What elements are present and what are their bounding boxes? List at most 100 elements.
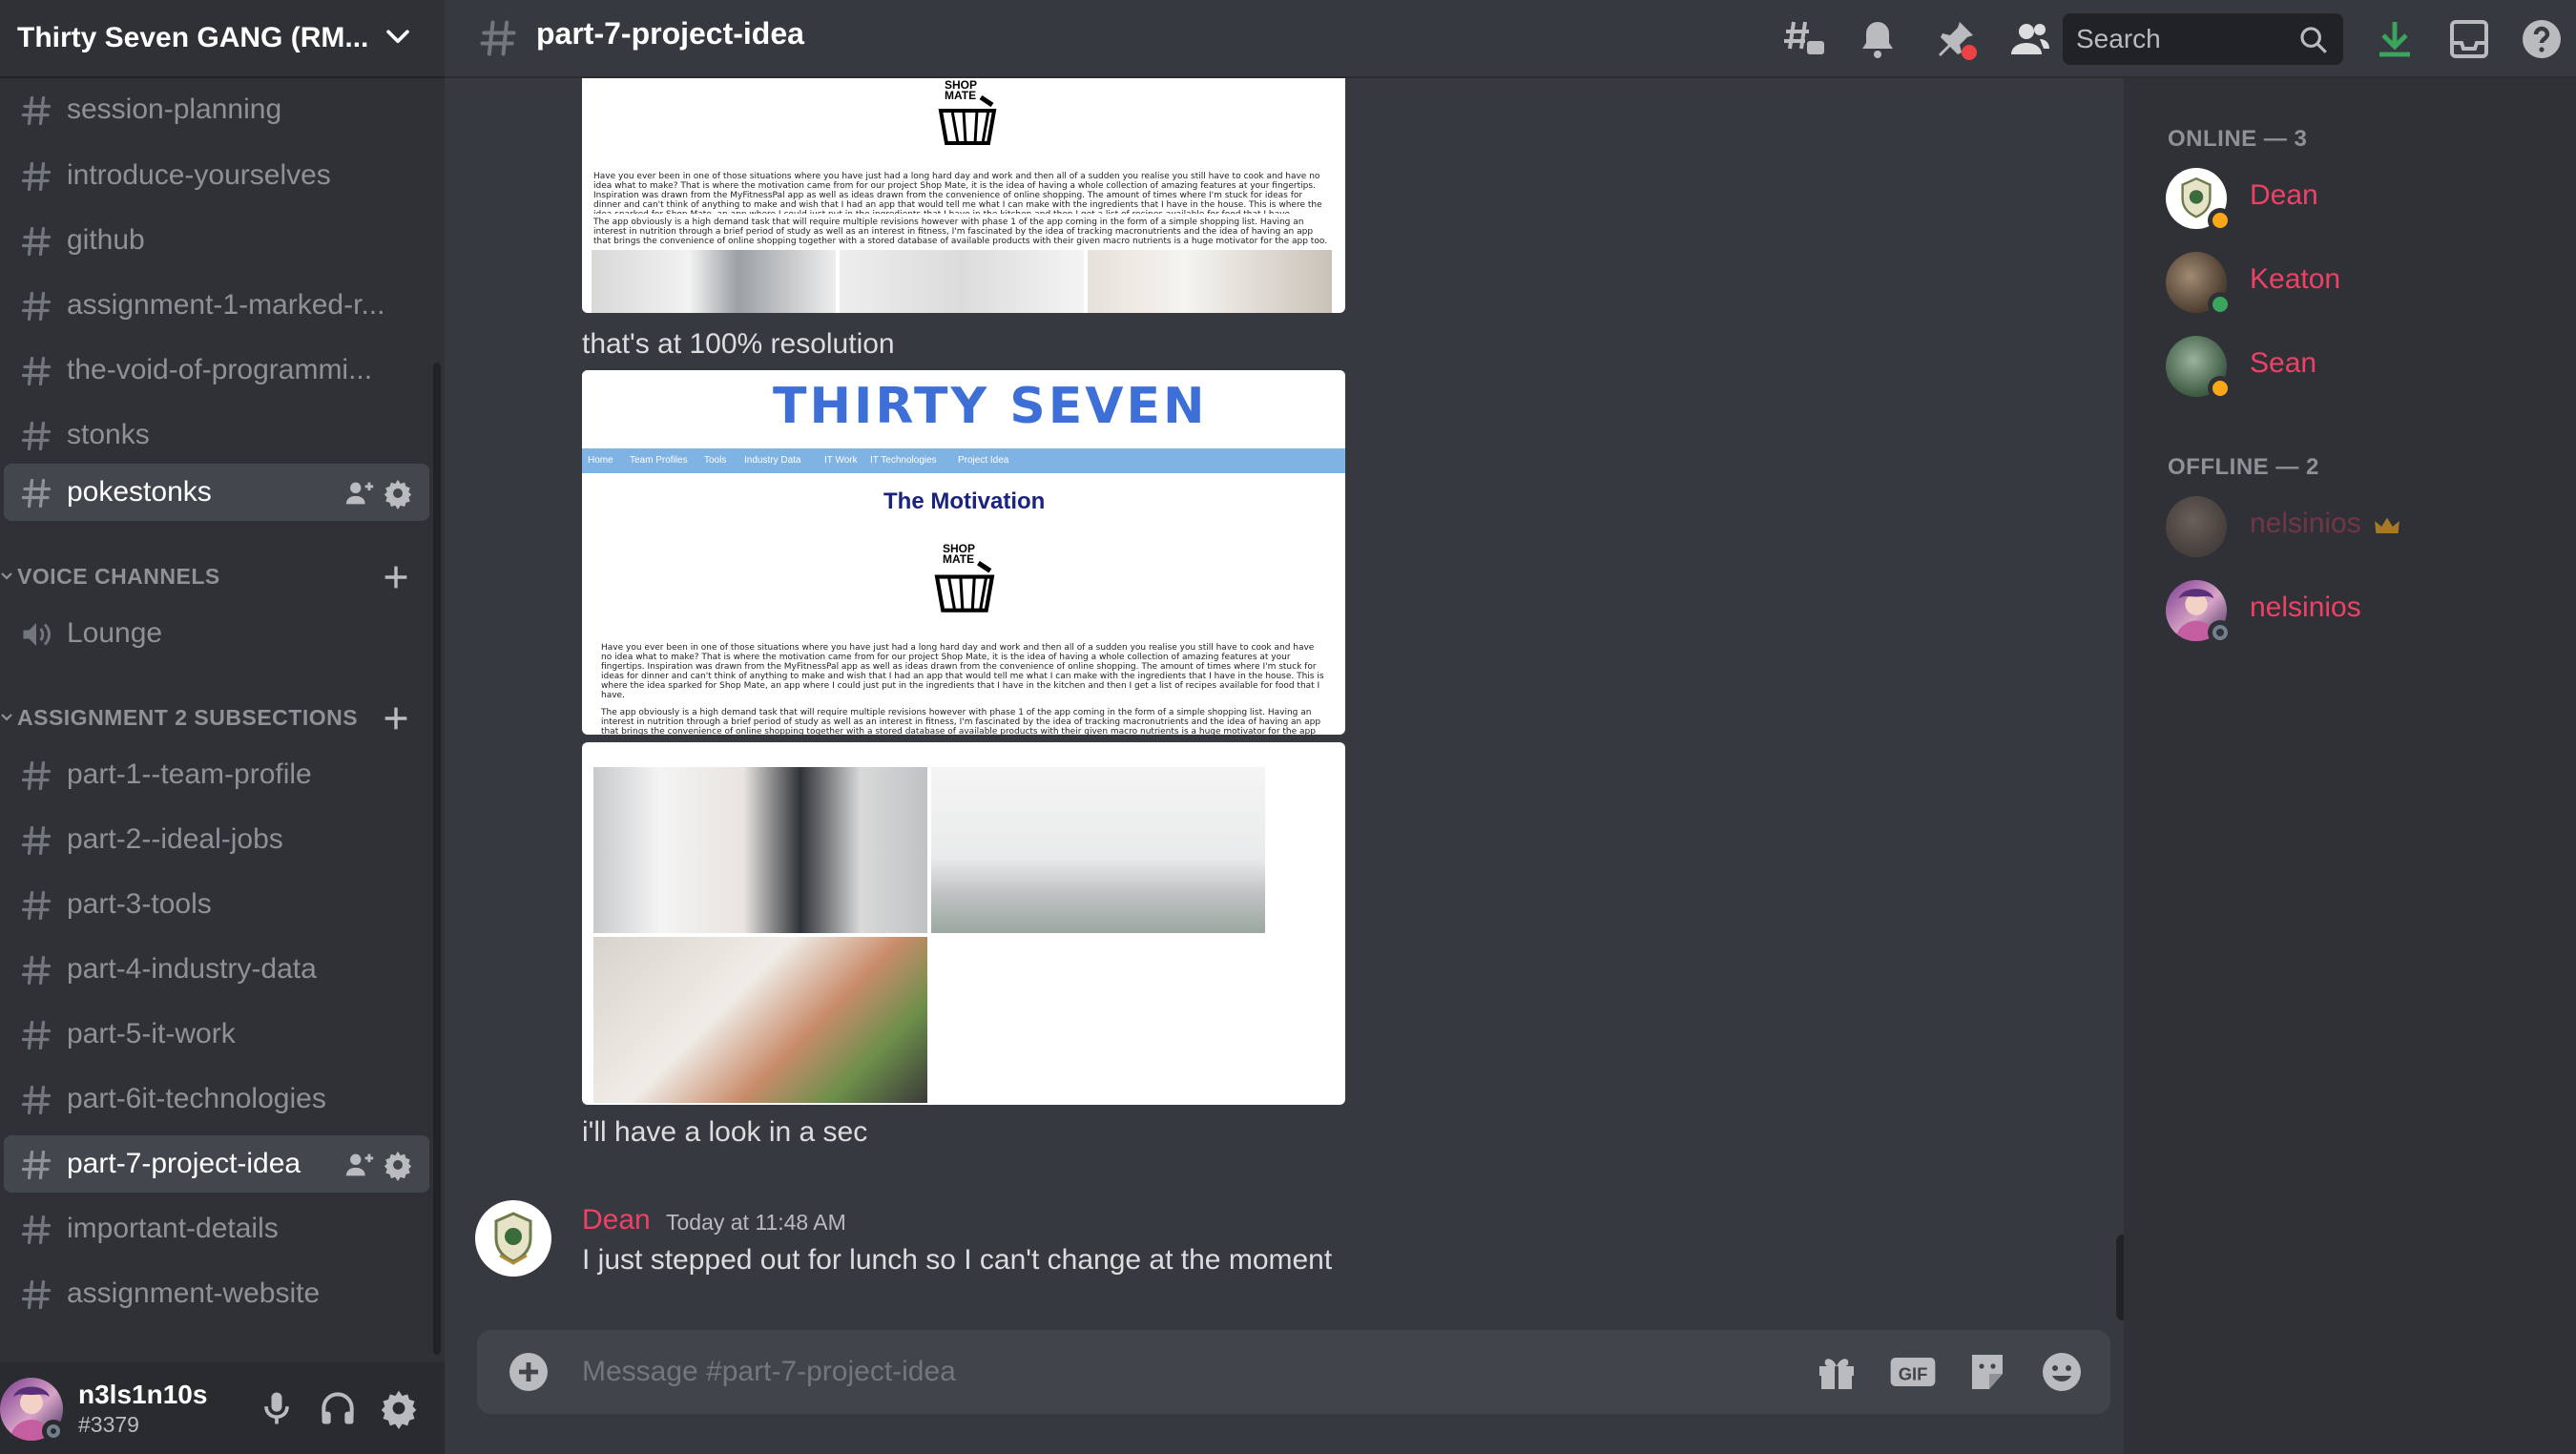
- settings-gear-icon[interactable]: [378, 1387, 420, 1429]
- emoji-icon[interactable]: [2038, 1349, 2086, 1395]
- image-attachment[interactable]: THIRTY SEVEN Home Team Profiles Tools In…: [582, 370, 1345, 735]
- create-invite-icon[interactable]: [343, 1149, 376, 1181]
- hash-icon: [21, 1150, 52, 1180]
- offline-header: OFFLINE — 2: [2168, 454, 2319, 480]
- hash-icon: [21, 161, 52, 192]
- message-text: i'll have a look in a sec: [582, 1116, 868, 1148]
- create-invite-icon[interactable]: [343, 477, 376, 509]
- add-attachment-icon[interactable]: [506, 1349, 551, 1395]
- member-name: nelsinios: [2250, 508, 2361, 539]
- status-idle-indicator: [2208, 376, 2233, 401]
- channel-stonks[interactable]: stonks: [4, 406, 429, 464]
- online-header: ONLINE — 3: [2168, 126, 2308, 152]
- member-name: Dean: [2250, 179, 2318, 211]
- microphone-icon[interactable]: [256, 1387, 298, 1429]
- hash-icon: [21, 421, 52, 451]
- status-offline-indicator: [42, 1420, 65, 1443]
- message-list: SHOP MATE Have you ever been in one of t…: [445, 78, 2124, 1328]
- user-discriminator: #3379: [78, 1412, 139, 1437]
- gear-icon[interactable]: [382, 1149, 414, 1181]
- hash-icon: [21, 955, 52, 986]
- sticker-icon[interactable]: [1963, 1349, 2011, 1395]
- svg-text:GIF: GIF: [1899, 1363, 1928, 1383]
- member-nelsinios[interactable]: nelsinios: [2166, 576, 2547, 645]
- status-online-indicator: [2208, 292, 2233, 317]
- chat-scrollbar[interactable]: [2116, 1235, 2124, 1320]
- channel-label: part-7-project-idea: [67, 1148, 301, 1179]
- channel-label: part-5-it-work: [67, 1018, 236, 1049]
- channel-part-3[interactable]: part-3-tools: [4, 876, 429, 933]
- bell-icon[interactable]: [1855, 16, 1901, 62]
- channel-part-6[interactable]: part-6it-technologies: [4, 1070, 429, 1128]
- shop-mate-logo: SHOP MATE: [935, 78, 1002, 155]
- channel-part-7[interactable]: part-7-project-idea: [4, 1135, 429, 1193]
- headphones-icon[interactable]: [317, 1387, 359, 1429]
- search-box[interactable]: [2063, 13, 2343, 65]
- sidebar-scrollbar[interactable]: [433, 363, 441, 1355]
- plus-icon[interactable]: [380, 702, 412, 735]
- gif-icon[interactable]: GIF: [1889, 1349, 1937, 1395]
- site-nav: Home Team Profiles Tools Industry Data I…: [582, 448, 1345, 473]
- channel-actions: [343, 1149, 414, 1181]
- hash-icon: [21, 226, 52, 257]
- channel-label: assignment-1-marked-r...: [67, 289, 385, 321]
- image-attachment[interactable]: [582, 742, 1345, 1105]
- photo-fridge: [593, 767, 927, 933]
- channel-session-planning[interactable]: session-planning: [4, 81, 429, 138]
- photo-kitchen: [840, 250, 1084, 313]
- member-nelsinios-owner[interactable]: nelsinios: [2166, 492, 2547, 561]
- hash-icon: [21, 760, 52, 791]
- channel-the-void[interactable]: the-void-of-programmi...: [4, 342, 429, 399]
- channel-actions: [343, 477, 414, 509]
- channel-list: session-planning introduce-yourselves gi…: [0, 78, 445, 1357]
- channel-label: part-4-industry-data: [67, 953, 317, 985]
- speaker-icon: [23, 623, 51, 646]
- threads-icon[interactable]: [1780, 16, 1826, 62]
- member-list-icon[interactable]: [2007, 16, 2053, 62]
- message-input[interactable]: [582, 1330, 1784, 1414]
- category-voice-channels[interactable]: VOICE CHANNELS: [0, 557, 420, 595]
- channel-label: session-planning: [67, 93, 282, 125]
- channel-part-4[interactable]: part-4-industry-data: [4, 941, 429, 998]
- member-keaton[interactable]: Keaton: [2166, 248, 2547, 317]
- chevron-down-icon: [1, 572, 12, 580]
- hash-icon: [21, 1085, 52, 1115]
- channel-label: introduce-yourselves: [67, 159, 331, 191]
- member-dean[interactable]: Dean: [2166, 164, 2547, 233]
- image-attachment[interactable]: SHOP MATE Have you ever been in one of t…: [582, 78, 1345, 313]
- channel-part-1[interactable]: part-1--team-profile: [4, 746, 429, 803]
- site-title: THIRTY SEVEN: [773, 378, 1208, 435]
- pin-icon[interactable]: [1933, 16, 1979, 62]
- channel-introduce-yourselves[interactable]: introduce-yourselves: [4, 147, 429, 204]
- member-sean[interactable]: Sean: [2166, 332, 2547, 401]
- channel-label: part-1--team-profile: [67, 758, 312, 790]
- channel-part-2[interactable]: part-2--ideal-jobs: [4, 811, 429, 868]
- help-icon[interactable]: [2519, 16, 2565, 62]
- channel-label: part-2--ideal-jobs: [67, 823, 283, 855]
- channel-lounge[interactable]: Lounge: [4, 605, 429, 662]
- search-input[interactable]: [2063, 13, 2292, 65]
- channel-label: the-void-of-programmi...: [67, 354, 373, 385]
- category-assignment-2[interactable]: ASSIGNMENT 2 SUBSECTIONS: [0, 698, 420, 737]
- member-name: Sean: [2250, 347, 2317, 379]
- plus-icon[interactable]: [380, 561, 412, 593]
- channel-important-details[interactable]: important-details: [4, 1200, 429, 1257]
- download-icon[interactable]: [2372, 16, 2418, 62]
- search-icon[interactable]: [2297, 24, 2330, 56]
- message-text: I just stepped out for lunch so I can't …: [582, 1244, 1333, 1276]
- channel-assignment-website[interactable]: assignment-website: [4, 1265, 429, 1322]
- user-panel: n3ls1n10s #3379: [0, 1362, 445, 1454]
- gear-icon[interactable]: [382, 477, 414, 509]
- channel-label: part-6it-technologies: [67, 1083, 326, 1114]
- channel-assignment-1[interactable]: assignment-1-marked-r...: [4, 277, 429, 334]
- channel-part-5[interactable]: part-5-it-work: [4, 1006, 429, 1063]
- message-author[interactable]: Dean: [582, 1204, 651, 1236]
- message-composer: GIF: [477, 1330, 2110, 1414]
- avatar[interactable]: [475, 1200, 551, 1277]
- channel-github[interactable]: github: [4, 212, 429, 269]
- server-header[interactable]: Thirty Seven GANG (RM...: [0, 0, 445, 78]
- channel-pokestonks[interactable]: pokestonks: [4, 464, 429, 521]
- channel-sidebar: Thirty Seven GANG (RM... session-plannin…: [0, 0, 445, 1454]
- gift-icon[interactable]: [1813, 1349, 1860, 1395]
- inbox-icon[interactable]: [2446, 16, 2492, 62]
